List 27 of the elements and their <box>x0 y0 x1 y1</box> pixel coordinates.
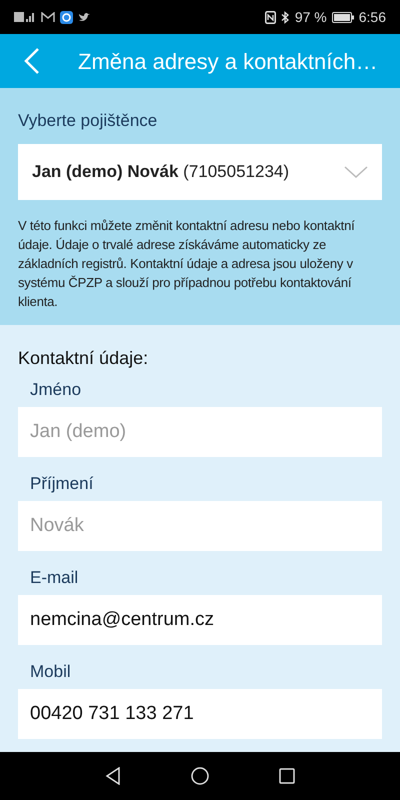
input-field[interactable]: Jan (demo) <box>18 407 382 457</box>
section-heading: Kontaktní údaje: <box>18 347 150 370</box>
app-icon <box>60 10 73 24</box>
battery-percentage: 97 % <box>294 8 327 26</box>
mail-icon <box>41 12 55 22</box>
chevron-down-icon <box>344 166 368 178</box>
input-field[interactable]: Novák <box>18 501 382 551</box>
bluetooth-icon <box>280 10 290 24</box>
bird-icon <box>78 12 91 22</box>
input-field[interactable]: 00420 731 133 271 <box>18 689 382 739</box>
field-label: Jméno <box>29 380 82 400</box>
home-nav-icon[interactable] <box>191 767 209 785</box>
field-label: Mobil <box>29 662 72 682</box>
info-text: V této funkci můžete změnit kontaktní adresu nebo kontaktní údaje. Údaje o trvalé adrese získáváme automaticky ze základních registrů. Kontaktní údaje a adresa jsou uloženy v systému ČPZP a slouží pro případnou potřebu kontaktování klienta. <box>18 216 356 310</box>
page-title: Změna adresy a kontaktních… <box>78 48 378 76</box>
battery-icon <box>332 12 354 22</box>
back-icon <box>24 47 40 75</box>
nfc-icon <box>264 10 276 24</box>
recents-nav-icon[interactable] <box>279 768 295 784</box>
clock-time: 6:56 <box>358 8 386 26</box>
field-label: E-mail <box>29 568 80 588</box>
back-nav-icon[interactable] <box>105 767 121 785</box>
field-label: Vyberte pojištěnce <box>18 110 158 132</box>
field-label: Příjmení <box>29 474 94 494</box>
input-field[interactable]: nemcina@centrum.cz <box>18 595 382 645</box>
insured-select[interactable]: Jan (demo) Novák (7105051234) <box>18 144 382 200</box>
signal-icon <box>14 11 36 23</box>
